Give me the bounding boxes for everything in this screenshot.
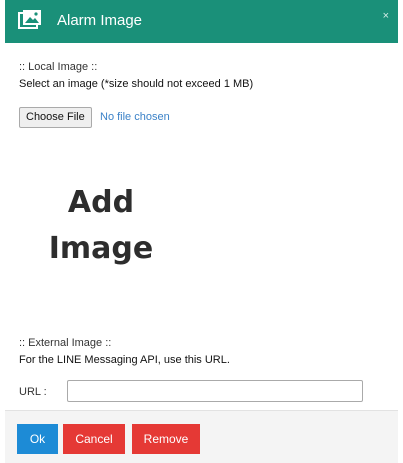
dialog-footer: Ok Cancel Remove: [5, 410, 398, 463]
close-button[interactable]: ×: [383, 9, 389, 23]
dialog-title: Alarm Image: [57, 12, 143, 29]
file-status-text: No file chosen: [100, 111, 170, 123]
alarm-image-dialog: Alarm Image × :: Local Image :: Select a…: [5, 0, 398, 463]
image-icon: [18, 9, 42, 31]
ok-button[interactable]: Ok: [17, 424, 58, 454]
external-image-label: :: External Image ::: [19, 337, 112, 349]
cancel-button[interactable]: Cancel: [63, 424, 125, 454]
url-input[interactable]: [67, 380, 363, 402]
preview-text-image: Image: [48, 231, 154, 266]
local-image-label: :: Local Image ::: [19, 61, 98, 73]
local-image-description: Select an image (*size should not exceed…: [19, 78, 254, 90]
dialog-titlebar: Alarm Image ×: [5, 0, 398, 43]
url-label: URL :: [19, 386, 47, 398]
external-image-description: For the LINE Messaging API, use this URL…: [19, 354, 230, 366]
image-preview[interactable]: Add Image: [31, 180, 171, 272]
remove-button[interactable]: Remove: [132, 424, 200, 454]
choose-file-button[interactable]: Choose File: [19, 107, 92, 128]
preview-text-add: Add: [67, 185, 135, 220]
